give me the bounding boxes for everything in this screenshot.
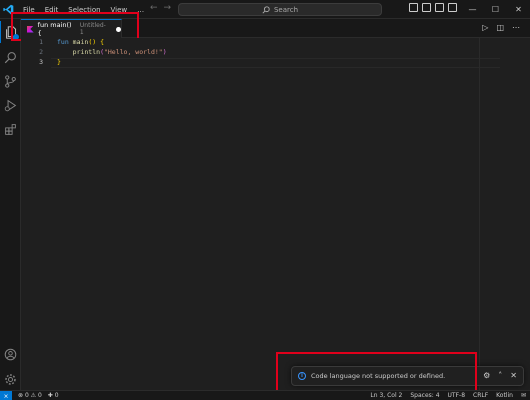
code-line: 2 println("Hello, world!") xyxy=(21,48,530,58)
line-number: 1 xyxy=(39,38,43,46)
layout-controls xyxy=(409,3,457,12)
activity-bar xyxy=(0,19,21,390)
language-mode[interactable]: Kotlin xyxy=(496,392,513,399)
search-label: Search xyxy=(273,5,299,14)
brace-token: { xyxy=(100,38,104,46)
search-icon xyxy=(262,5,270,14)
accounts-icon[interactable] xyxy=(0,343,21,365)
command-center-search[interactable]: Search xyxy=(178,3,382,16)
notifications-bell-icon[interactable]: ✉ xyxy=(521,392,526,399)
navigation-arrows: ← → xyxy=(150,3,171,13)
warning-count: 0 xyxy=(37,392,42,399)
line-number: 2 xyxy=(39,48,43,56)
line-ending[interactable]: CRLF xyxy=(473,392,488,399)
manage-gear-icon[interactable] xyxy=(0,368,21,390)
customize-layout-icon[interactable] xyxy=(448,3,457,12)
code-line: 3 } xyxy=(21,58,530,68)
maximize-button[interactable]: ☐ xyxy=(484,0,507,19)
function-token: main xyxy=(72,38,89,46)
status-left: ⊗ 0 ⚠ 0 ✚ 0 xyxy=(18,392,59,399)
minimap-divider xyxy=(479,38,480,390)
indentation[interactable]: Spaces: 4 xyxy=(410,392,439,399)
search-view-icon[interactable] xyxy=(0,46,21,68)
editor-actions: ▷ ◫ ⋯ xyxy=(482,23,520,32)
keyword-token: fun xyxy=(57,38,69,46)
function-token: println xyxy=(72,48,101,56)
line-number: 3 xyxy=(39,58,43,66)
problems-indicator[interactable]: ⊗ 0 ⚠ 0 xyxy=(18,392,42,399)
run-file-icon[interactable]: ▷ xyxy=(482,23,488,32)
code-editor[interactable]: 1 fun main() { 2 println("Hello, world!"… xyxy=(21,38,530,390)
notification-actions: ⚙ ˄ ✕ xyxy=(483,371,517,380)
error-count: 0 xyxy=(24,392,29,399)
source-control-icon[interactable] xyxy=(0,70,21,92)
window-controls: — ☐ ✕ xyxy=(461,0,530,19)
close-window-button[interactable]: ✕ xyxy=(507,0,530,19)
ports-count: 0 xyxy=(54,392,59,399)
code-line: 1 fun main() { xyxy=(21,38,530,48)
encoding[interactable]: UTF-8 xyxy=(448,392,466,399)
cursor-position[interactable]: Ln 3, Col 2 xyxy=(370,392,402,399)
toggle-secondary-sidebar-icon[interactable] xyxy=(435,3,444,12)
paren-token: () xyxy=(88,38,97,46)
string-token: "Hello, world!" xyxy=(103,48,163,56)
split-editor-icon[interactable]: ◫ xyxy=(496,23,504,32)
notification-settings-gear-icon[interactable]: ⚙ xyxy=(483,371,490,380)
toggle-panel-icon[interactable] xyxy=(422,3,431,12)
notification-highlight-box xyxy=(276,352,477,392)
status-right: Ln 3, Col 2 Spaces: 4 UTF-8 CRLF Kotlin … xyxy=(370,392,526,399)
status-bar: ⨯ ⊗ 0 ⚠ 0 ✚ 0 Ln 3, Col 2 Spaces: 4 UTF-… xyxy=(0,390,530,400)
run-and-debug-icon[interactable] xyxy=(0,94,21,116)
extensions-icon[interactable] xyxy=(0,118,21,140)
expand-chevron-up-icon[interactable]: ˄ xyxy=(498,371,502,380)
paren-token: ) xyxy=(162,48,167,56)
more-actions-icon[interactable]: ⋯ xyxy=(512,23,520,32)
back-arrow-icon[interactable]: ← xyxy=(150,3,158,13)
ports-indicator[interactable]: ✚ 0 xyxy=(48,392,59,399)
forward-arrow-icon[interactable]: → xyxy=(164,3,172,13)
remote-indicator-icon[interactable]: ⨯ xyxy=(0,391,12,400)
brace-token: } xyxy=(57,58,61,66)
tab-highlight-box xyxy=(11,12,139,41)
minimize-button[interactable]: — xyxy=(461,0,484,19)
toggle-primary-sidebar-icon[interactable] xyxy=(409,3,418,12)
close-notification-icon[interactable]: ✕ xyxy=(510,371,517,380)
